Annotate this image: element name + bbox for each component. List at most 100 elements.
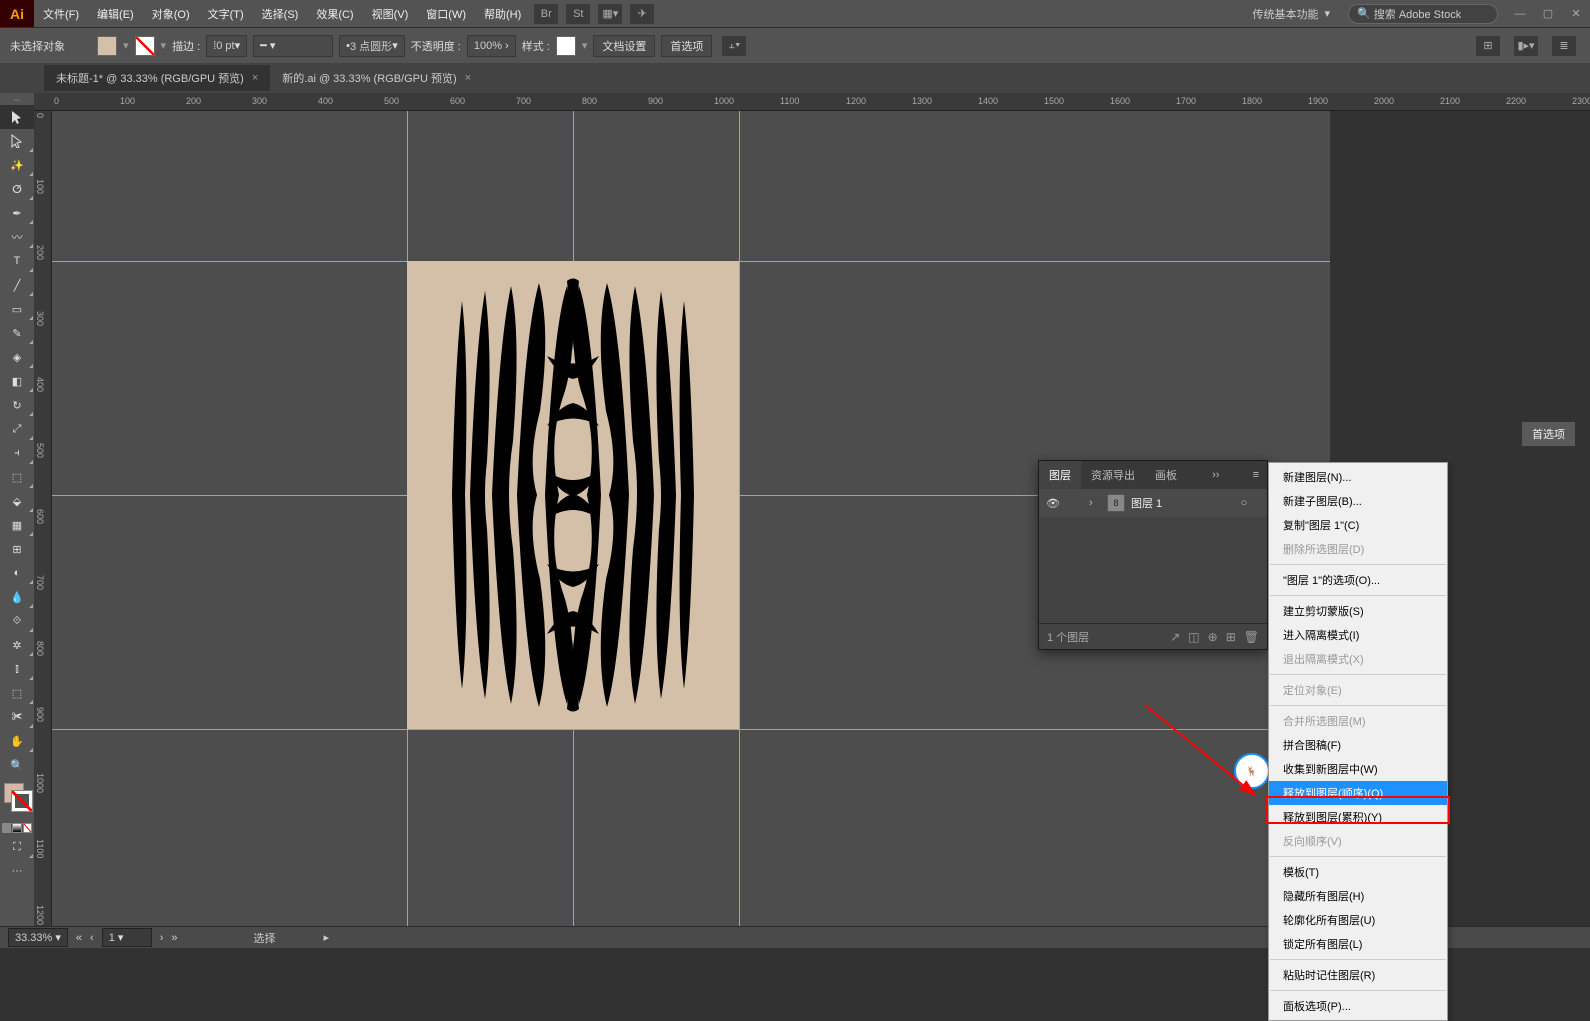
- context-menu-item[interactable]: 隐藏所有图层(H): [1269, 884, 1447, 908]
- close-icon[interactable]: ×: [465, 72, 471, 84]
- layers-menu-icon[interactable]: ≡: [1245, 469, 1267, 481]
- color-mode-none[interactable]: [23, 823, 32, 833]
- guide-horizontal[interactable]: [52, 729, 1330, 730]
- context-menu-item[interactable]: 收集到新图层中(W): [1269, 757, 1447, 781]
- stroke-weight-input[interactable]: ⁞ 0 pt ▾: [206, 35, 247, 57]
- hand-tool[interactable]: ✋: [0, 729, 34, 753]
- preferences-button[interactable]: 首选项: [661, 35, 712, 57]
- menu-type[interactable]: 文字(T): [199, 0, 253, 27]
- perspective-tool[interactable]: ▦: [0, 513, 34, 537]
- tab-asset-export[interactable]: 资源导出: [1081, 461, 1145, 489]
- gradient-tool[interactable]: ◐: [0, 561, 34, 585]
- mesh-tool[interactable]: ⊞: [0, 537, 34, 561]
- fill-stroke-colors[interactable]: [0, 781, 34, 821]
- menu-object[interactable]: 对象(O): [143, 0, 199, 27]
- clipping-mask-icon[interactable]: ◫: [1188, 630, 1199, 644]
- selection-tool[interactable]: [0, 105, 34, 129]
- paintbrush-tool[interactable]: ✎: [0, 321, 34, 345]
- context-menu-item[interactable]: 拼合图稿(F): [1269, 733, 1447, 757]
- context-menu-item[interactable]: 轮廓化所有图层(U): [1269, 908, 1447, 932]
- context-menu-item[interactable]: 进入隔离模式(I): [1269, 623, 1447, 647]
- new-layer-icon[interactable]: ⊞: [1226, 630, 1236, 644]
- context-menu-item[interactable]: 模板(T): [1269, 860, 1447, 884]
- shaper-tool[interactable]: ◈: [0, 345, 34, 369]
- brush-definition[interactable]: • 3 点圆形 ▾: [339, 35, 405, 57]
- context-menu-item[interactable]: "图层 1"的选项(O)...: [1269, 568, 1447, 592]
- color-mode-gradient[interactable]: [12, 823, 21, 833]
- shape-builder-tool[interactable]: ⬙: [0, 489, 34, 513]
- menu-help[interactable]: 帮助(H): [475, 0, 530, 27]
- context-menu-item[interactable]: 建立剪切蒙版(S): [1269, 599, 1447, 623]
- stock-icon[interactable]: St: [566, 4, 590, 24]
- artboard-tool[interactable]: ⬚: [0, 681, 34, 705]
- blend-tool[interactable]: ⟐: [0, 609, 34, 633]
- scale-tool[interactable]: ⤢: [0, 417, 34, 441]
- stroke-swatch[interactable]: [135, 36, 155, 56]
- line-tool[interactable]: ╱: [0, 273, 34, 297]
- document-tab-active[interactable]: 未标题-1* @ 33.33% (RGB/GPU 预览)×: [44, 65, 270, 91]
- bridge-icon[interactable]: Br: [534, 4, 558, 24]
- variable-width-profile[interactable]: ━ ▾: [253, 35, 333, 57]
- rectangle-tool[interactable]: ▭: [0, 297, 34, 321]
- eraser-tool[interactable]: ◧: [0, 369, 34, 393]
- zoom-tool[interactable]: 🔍: [0, 753, 34, 777]
- window-close[interactable]: ✕: [1564, 4, 1588, 24]
- layer-name[interactable]: 图层 1: [1131, 495, 1233, 511]
- menu-file[interactable]: 文件(F): [34, 0, 88, 27]
- context-menu-item[interactable]: 锁定所有图层(L): [1269, 932, 1447, 956]
- eyedropper-tool[interactable]: 💧: [0, 585, 34, 609]
- graph-tool[interactable]: ⫾: [0, 657, 34, 681]
- opacity-input[interactable]: 100% ›: [467, 35, 516, 57]
- gpu-icon[interactable]: ✈: [630, 4, 654, 24]
- zoom-level[interactable]: 33.33% ▾: [8, 928, 68, 947]
- free-transform-tool[interactable]: ⬚: [0, 465, 34, 489]
- guide-vertical[interactable]: [739, 111, 740, 926]
- edit-toolbar[interactable]: ···: [0, 859, 34, 883]
- arrange-icon[interactable]: ▦▾: [598, 4, 622, 24]
- slice-tool[interactable]: ✀: [0, 705, 34, 729]
- menu-view[interactable]: 视图(V): [363, 0, 418, 27]
- screen-mode-tool[interactable]: ⛶: [0, 835, 34, 859]
- type-tool[interactable]: T: [0, 249, 34, 273]
- workspace-switcher[interactable]: 传统基本功能 ▾: [1242, 0, 1340, 27]
- new-sublayer-icon[interactable]: ⊕: [1208, 630, 1218, 644]
- expand-icon[interactable]: ›: [1089, 497, 1107, 509]
- close-icon[interactable]: ×: [252, 72, 258, 84]
- artboard-nav-field[interactable]: 1 ▾: [102, 928, 152, 947]
- menu-effect[interactable]: 效果(C): [307, 0, 362, 27]
- tab-artboards[interactable]: 画板: [1145, 461, 1187, 489]
- ruler-vertical[interactable]: 0100200300400500600700800900100011001200: [34, 111, 52, 926]
- graphic-style[interactable]: [556, 36, 576, 56]
- document-setup-button[interactable]: 文档设置: [593, 35, 655, 57]
- toolbox-grip[interactable]: ┄: [0, 95, 34, 105]
- layer-row[interactable]: 👁 › 8 图层 1 ○: [1039, 489, 1267, 517]
- tab-layers[interactable]: 图层: [1039, 461, 1081, 489]
- context-menu-item[interactable]: 释放到图层(顺序)(Q): [1269, 781, 1447, 805]
- search-adobe-stock[interactable]: 🔍 搜索 Adobe Stock: [1348, 4, 1498, 24]
- color-mode-solid[interactable]: [2, 823, 11, 833]
- delete-layer-icon[interactable]: 🗑: [1244, 630, 1259, 644]
- rotate-tool[interactable]: ↻: [0, 393, 34, 417]
- panel-list-icon[interactable]: ≣: [1552, 36, 1576, 56]
- curvature-tool[interactable]: 〰: [0, 225, 34, 249]
- context-menu-item[interactable]: 新建图层(N)...: [1269, 465, 1447, 489]
- menu-edit[interactable]: 编辑(E): [88, 0, 143, 27]
- visibility-toggle-icon[interactable]: 👁: [1039, 497, 1067, 510]
- ruler-horizontal[interactable]: 0100200300400500600700800900100011001200…: [34, 93, 1590, 111]
- lasso-tool[interactable]: ⵚ: [0, 177, 34, 201]
- context-menu-item[interactable]: 复制"图层 1"(C): [1269, 513, 1447, 537]
- width-tool[interactable]: ⫞: [0, 441, 34, 465]
- window-maximize[interactable]: ▢: [1536, 4, 1560, 24]
- panel-dots-icon[interactable]: ⊞: [1476, 36, 1500, 56]
- artboard-nav-last[interactable]: »: [171, 932, 177, 944]
- locate-layer-icon[interactable]: ↗: [1170, 630, 1180, 644]
- symbol-sprayer-tool[interactable]: ✲: [0, 633, 34, 657]
- artboard-nav-first[interactable]: «: [76, 932, 82, 944]
- pen-tool[interactable]: ✒: [0, 201, 34, 225]
- context-menu-item[interactable]: 新建子图层(B)...: [1269, 489, 1447, 513]
- magic-wand-tool[interactable]: ✨: [0, 153, 34, 177]
- layers-collapse-icon[interactable]: ››: [1204, 469, 1227, 481]
- target-icon[interactable]: ○: [1233, 497, 1255, 509]
- menu-window[interactable]: 窗口(W): [417, 0, 475, 27]
- menu-select[interactable]: 选择(S): [253, 0, 308, 27]
